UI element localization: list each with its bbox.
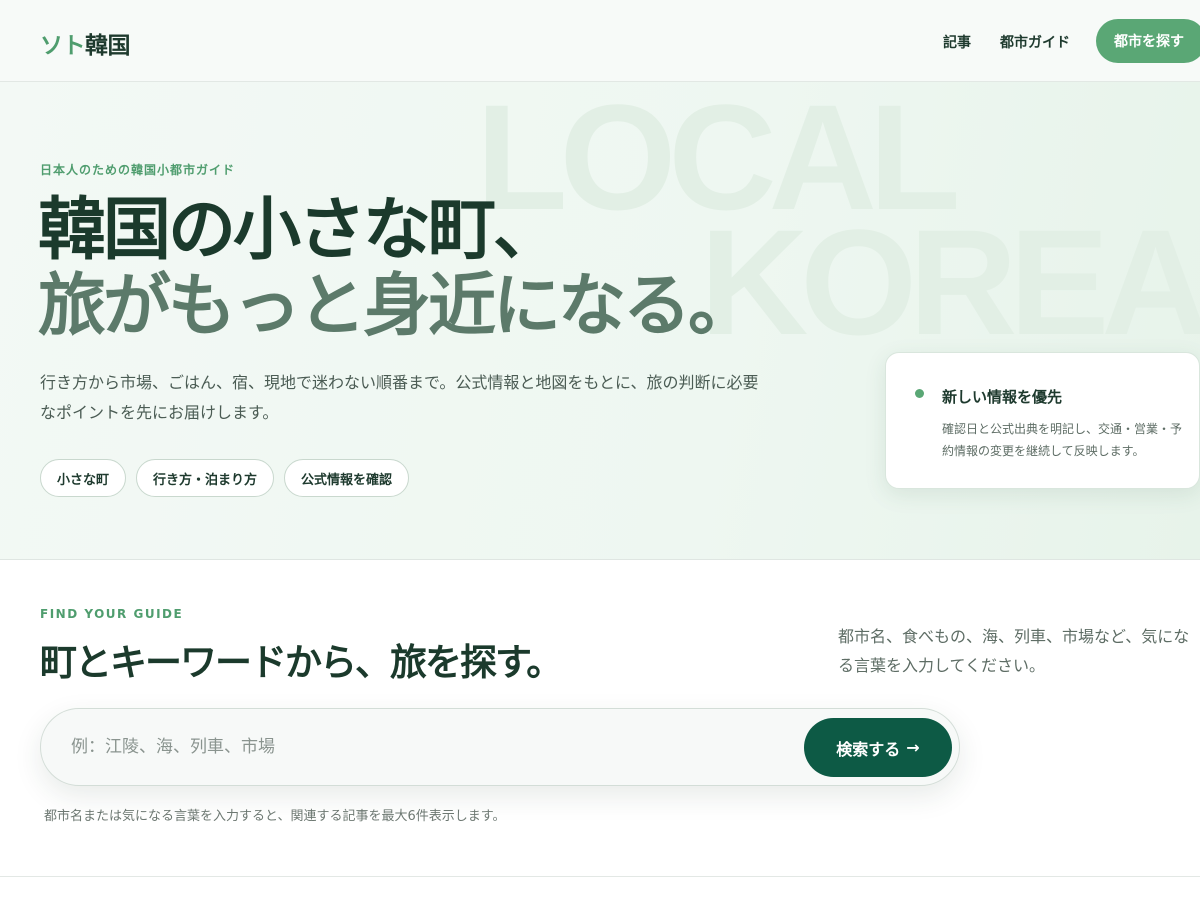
site-header: ソト韓国 記事 都市ガイド 都市を探す <box>0 0 1200 82</box>
section-divider <box>0 876 1200 877</box>
logo-accent-text: ソト <box>40 33 86 59</box>
status-dot-icon <box>915 389 924 398</box>
hero-tag-list: 小さな町 行き方・泊まり方 公式情報を確認 <box>40 459 410 497</box>
nav-link-articles[interactable]: 記事 <box>943 32 971 52</box>
search-help-text: 都市名または気になる言葉を入力すると、関連する記事を最大6件表示します。 <box>44 809 506 824</box>
site-logo[interactable]: ソト韓国 <box>40 26 131 60</box>
search-section-description: 都市名、食べもの、海、列車、市場など、気になる言葉を入力してください。 <box>838 627 1190 675</box>
hero-title-line-1: 韓国の小さな町、 <box>38 190 561 270</box>
logo-main-text: 韓国 <box>85 33 131 59</box>
hero-section: LOCAL KOREA 日本人のための韓国小都市ガイド 韓国の小さな町、 旅がも… <box>0 82 1200 560</box>
tag-chip-official-info[interactable]: 公式情報を確認 <box>284 459 410 497</box>
info-card-title: 新しい情報を優先 <box>942 388 1063 406</box>
arrow-right-icon: → <box>906 738 920 757</box>
hero-description: 行き方から市場、ごはん、宿、現地で迷わない順番まで。公式情報と地図をもとに、旅の… <box>40 373 759 422</box>
hero-title-line-2: 旅がもっと身近になる。 <box>38 266 756 346</box>
hero-eyebrow: 日本人のための韓国小都市ガイド <box>40 163 236 177</box>
search-eyebrow: FIND YOUR GUIDE <box>40 607 184 621</box>
search-input[interactable] <box>71 729 771 765</box>
search-button-label: 検索する <box>836 739 901 759</box>
search-button[interactable]: 検索する → <box>804 718 952 777</box>
nav-link-city-guide[interactable]: 都市ガイド <box>1000 32 1070 52</box>
search-form: 検索する → <box>40 708 960 786</box>
tag-chip-small-town[interactable]: 小さな町 <box>40 459 127 497</box>
info-card-body: 確認日と公式出典を明記し、交通・営業・予約情報の変更を継続して反映します。 <box>942 422 1183 458</box>
hero-background-word-korea: KOREA <box>700 198 1200 366</box>
search-section-title: 町とキーワードから、旅を探す。 <box>40 640 563 684</box>
tag-chip-access-stay[interactable]: 行き方・泊まり方 <box>136 459 275 497</box>
info-card: 新しい情報を優先 確認日と公式出典を明記し、交通・営業・予約情報の変更を継続して… <box>885 352 1200 489</box>
hero-title: 韓国の小さな町、 旅がもっと身近になる。 <box>38 190 756 346</box>
find-city-button[interactable]: 都市を探す <box>1096 19 1200 63</box>
